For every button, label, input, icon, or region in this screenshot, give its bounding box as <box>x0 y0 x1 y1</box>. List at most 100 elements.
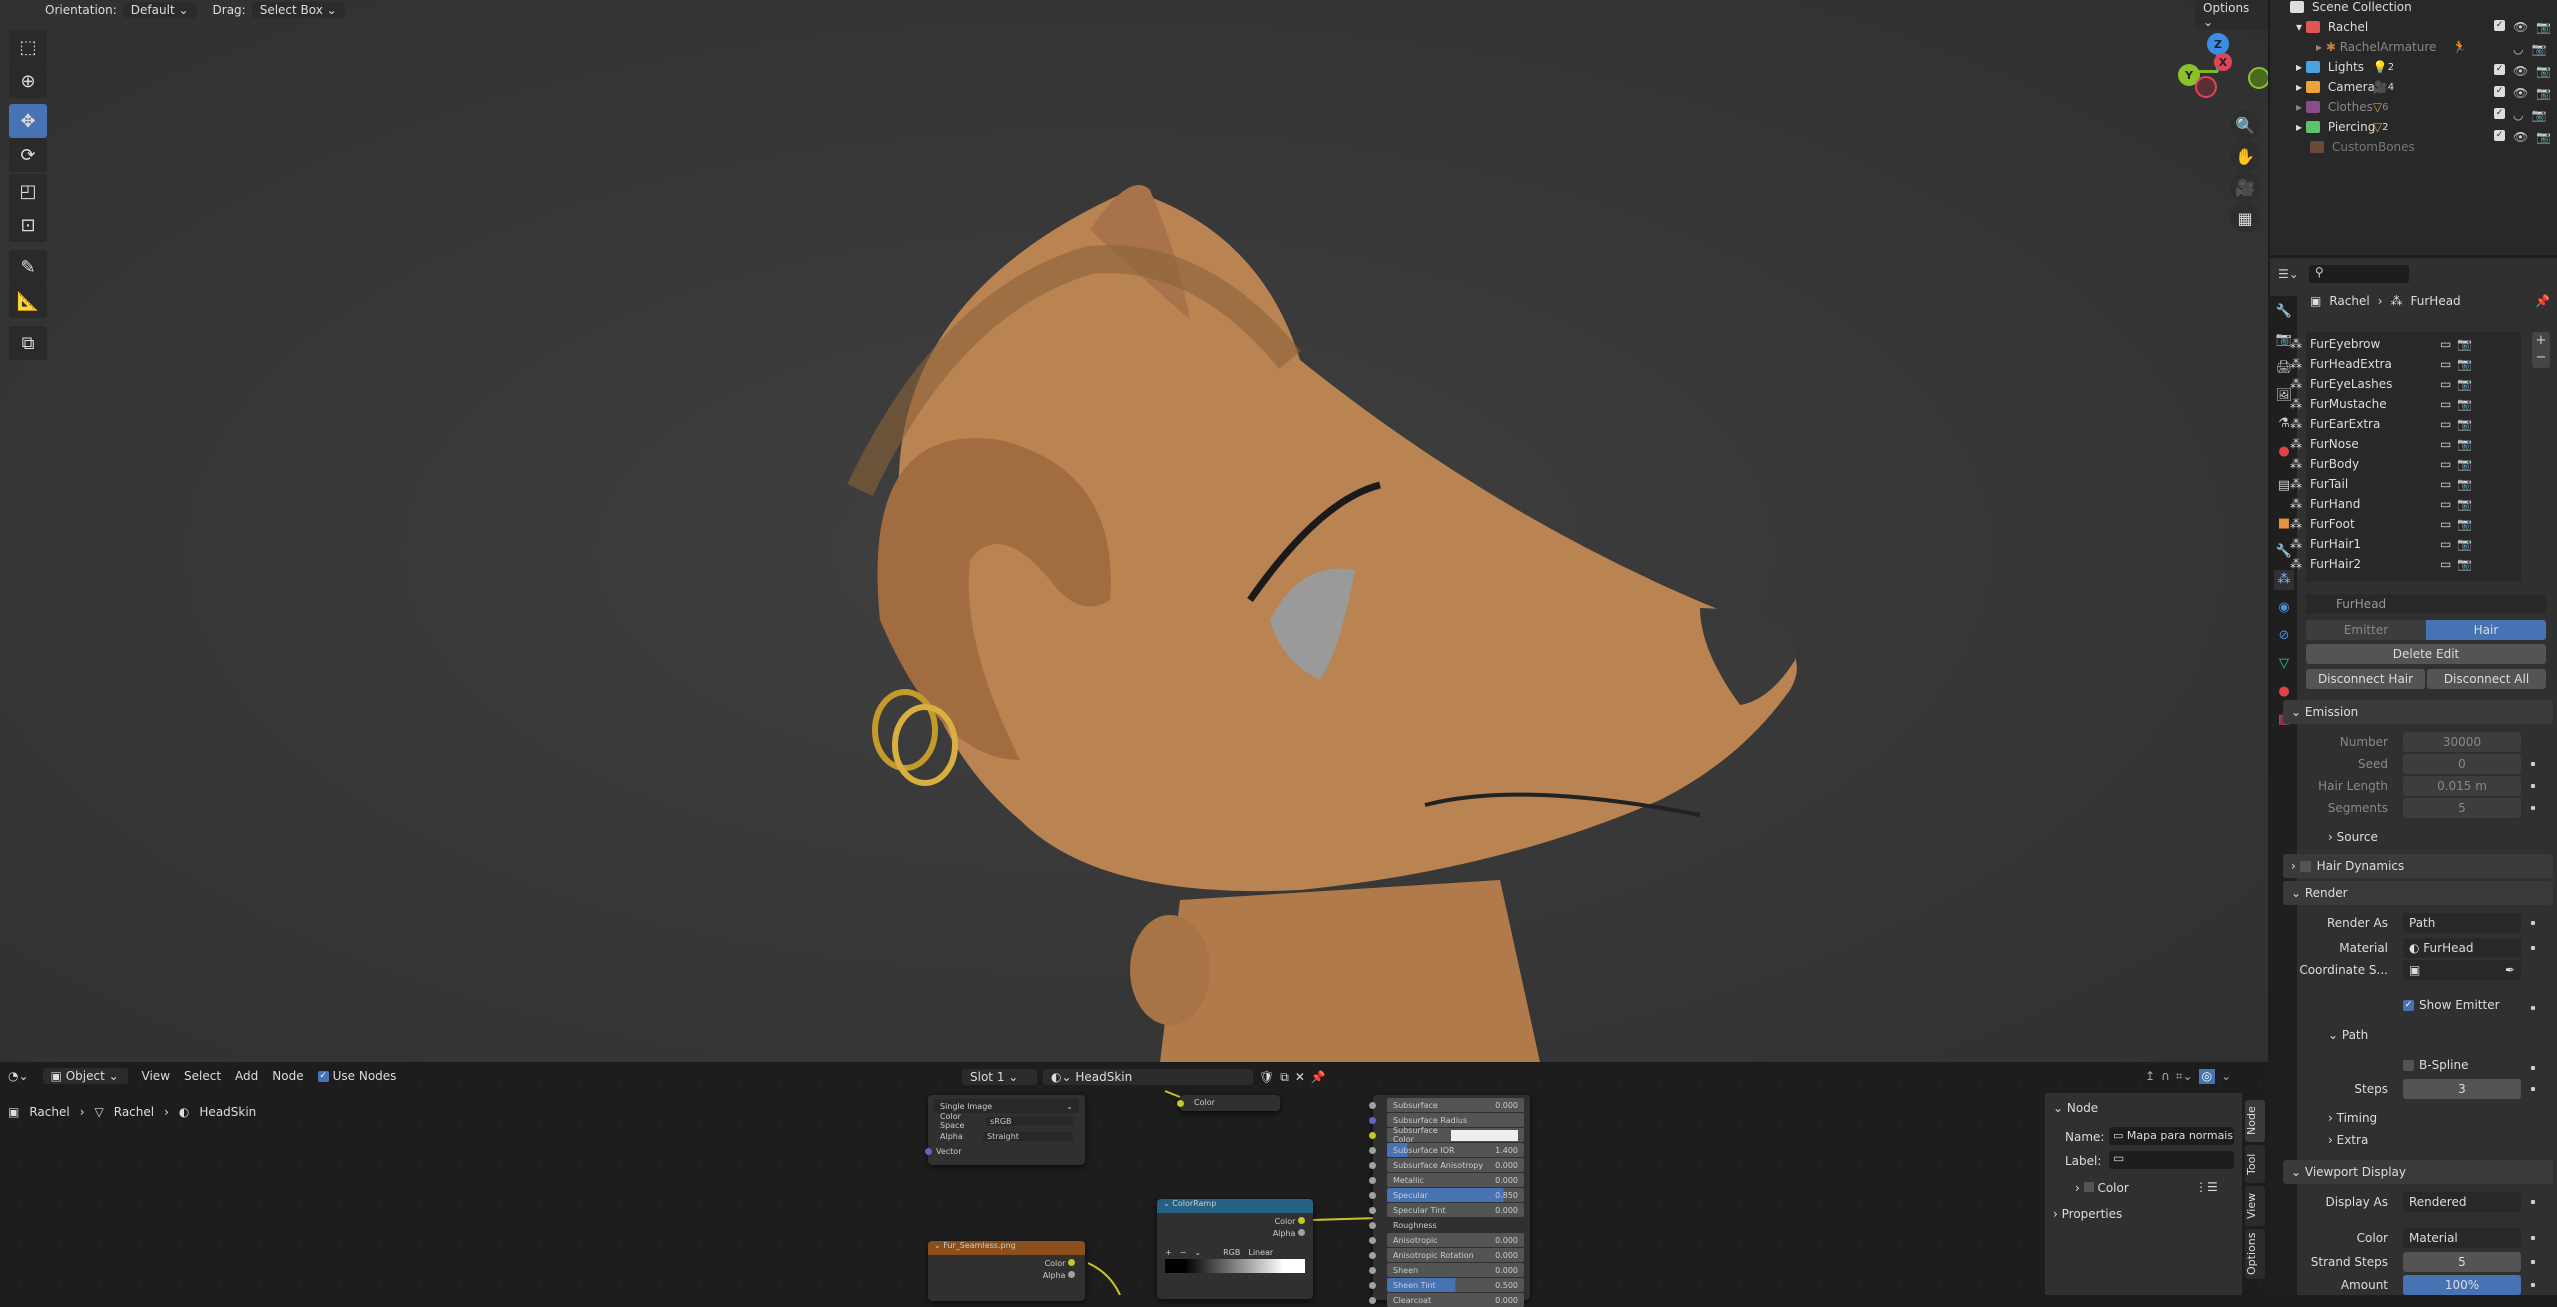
render-camera-icon[interactable]: 📷 <box>2457 477 2472 491</box>
color-dropdown[interactable]: Material <box>2403 1228 2521 1248</box>
viewport-visibility-icon[interactable]: ▭ <box>2440 497 2451 511</box>
hair-dynamics-checkbox[interactable] <box>2299 860 2311 872</box>
emitter-tab[interactable]: Emitter <box>2306 620 2426 640</box>
render-camera-icon[interactable]: 📷 <box>2536 130 2551 144</box>
viewport-visibility-icon[interactable]: ▭ <box>2440 337 2451 351</box>
disconnect-hair-button[interactable]: Disconnect Hair <box>2306 669 2425 689</box>
render-camera-icon[interactable]: 📷 <box>2457 537 2472 551</box>
seed-field[interactable]: 0 <box>2403 754 2521 774</box>
transform-tool-icon[interactable]: ⊡ <box>9 208 47 242</box>
particle-system-item[interactable]: ⁂ FurHair2 ▭ 📷 <box>2290 554 2480 574</box>
add-stop-icon[interactable]: + <box>1165 1248 1172 1257</box>
input-socket[interactable] <box>1369 1266 1376 1274</box>
rotate-tool-icon[interactable]: ⟳ <box>9 138 47 172</box>
expand-icon[interactable]: ▸ <box>2316 40 2326 54</box>
drag-dropdown[interactable]: Select Box ⌄ <box>251 2 345 18</box>
coordinate-system-field[interactable]: ▣ ✒ <box>2403 960 2521 980</box>
render-camera-icon[interactable]: 📷 <box>2457 337 2472 351</box>
bsdf-input-row[interactable]: Metallic 0.000 <box>1369 1173 1524 1187</box>
color-socket[interactable] <box>1177 1100 1184 1107</box>
vector-socket[interactable] <box>925 1148 932 1155</box>
viewport-visibility-icon[interactable]: ▭ <box>2440 377 2451 391</box>
color-output[interactable]: Color <box>928 1259 1085 1268</box>
interpolation-dropdown[interactable]: Linear <box>1248 1248 1273 1257</box>
exclude-checkbox[interactable]: ✓ <box>2494 20 2505 31</box>
eye-icon[interactable]: 👁 <box>2513 64 2528 78</box>
move-tool-icon[interactable]: ✥ <box>9 104 47 138</box>
viewport-visibility-icon[interactable]: ▭ <box>2440 537 2451 551</box>
bsdf-input-row[interactable]: Subsurface Anisotropy 0.000 <box>1369 1158 1524 1172</box>
pin-icon[interactable]: 📌 <box>2535 294 2550 308</box>
node-title-bar[interactable]: ⌄ Fur_Seamless.png <box>928 1241 1085 1255</box>
input-socket[interactable] <box>1369 1296 1376 1304</box>
emission-panel-header[interactable]: ⌄ Emission <box>2283 700 2553 724</box>
bsdf-input-row[interactable]: Anisotropic 0.000 <box>1369 1233 1524 1247</box>
add-cube-tool-icon[interactable]: ⧉ <box>9 326 47 360</box>
gizmo-neg-y[interactable] <box>2248 67 2268 89</box>
render-camera-icon[interactable]: 📷 <box>2536 20 2551 34</box>
bsdf-input-row[interactable]: Sheen 0.000 <box>1369 1263 1524 1277</box>
alpha-socket[interactable] <box>1298 1229 1305 1236</box>
render-camera-icon[interactable]: 📷 <box>2457 357 2472 371</box>
render-camera-icon[interactable]: 📷 <box>2457 497 2472 511</box>
input-socket[interactable] <box>1369 1101 1376 1109</box>
bspline-checkbox[interactable]: B-Spline <box>2403 1058 2468 1072</box>
ortho-grid-icon[interactable]: ▦ <box>2230 203 2260 233</box>
color-swatch[interactable] <box>1450 1129 1518 1141</box>
exclude-checkbox[interactable]: ✓ <box>2494 130 2505 141</box>
particle-system-item[interactable]: ⁂ FurHeadExtra ▭ 📷 <box>2290 354 2480 374</box>
input-socket[interactable] <box>1369 1176 1376 1184</box>
tool-tab-icon[interactable]: 🔧 <box>2274 302 2294 322</box>
node-panel-header[interactable]: ⌄ Node <box>2053 1101 2233 1123</box>
gizmo-x-axis[interactable]: X <box>2214 53 2232 71</box>
show-emitter-checkbox[interactable]: ✓ Show Emitter <box>2403 998 2500 1012</box>
expand-icon[interactable]: ▾ <box>2296 20 2306 34</box>
alpha-value[interactable]: Straight <box>983 1131 1073 1141</box>
particle-system-item[interactable]: ⁂ FurHand ▭ 📷 <box>2290 494 2480 514</box>
input-socket[interactable] <box>1369 1206 1376 1214</box>
render-camera-icon[interactable]: 📷 <box>2457 437 2472 451</box>
input-socket[interactable] <box>1369 1221 1376 1229</box>
keyframe-dot[interactable] <box>2531 784 2535 788</box>
color-subpanel[interactable]: › Color <box>2075 1181 2129 1195</box>
segments-field[interactable]: 5 <box>2403 798 2521 818</box>
chevron-down-icon[interactable]: ⌄ <box>1194 1248 1201 1257</box>
expand-icon[interactable]: ▸ <box>2296 120 2306 134</box>
particle-system-item[interactable]: ⁂ FurEarExtra ▭ 📷 <box>2290 414 2480 434</box>
color-ramp-gradient[interactable] <box>1165 1259 1305 1273</box>
particle-system-item[interactable]: ⁂ FurEyebrow ▭ 📷 <box>2290 334 2480 354</box>
render-camera-icon[interactable]: 📷 <box>2457 557 2472 571</box>
input-socket[interactable] <box>1369 1236 1376 1244</box>
exclude-checkbox[interactable]: ✓ <box>2494 64 2505 75</box>
checkbox-unchecked[interactable] <box>2403 1059 2414 1071</box>
color-socket[interactable] <box>1298 1217 1305 1224</box>
viewport-visibility-icon[interactable]: ▭ <box>2440 417 2451 431</box>
bsdf-input-row[interactable]: Specular Tint 0.000 <box>1369 1203 1524 1217</box>
render-camera-icon[interactable]: 📷 <box>2531 108 2546 122</box>
vector-input[interactable]: Vector <box>925 1144 1085 1156</box>
measure-tool-icon[interactable]: 📐 <box>9 284 47 318</box>
render-camera-icon[interactable]: 📷 <box>2531 42 2546 56</box>
eye-hidden-icon[interactable]: ◡ <box>2513 42 2523 56</box>
input-socket[interactable] <box>1369 1161 1376 1169</box>
input-socket[interactable] <box>1369 1251 1376 1259</box>
render-panel-header[interactable]: ⌄ Render <box>2283 881 2553 905</box>
data-tab-icon[interactable]: ▽ <box>2274 654 2294 674</box>
node-label-field[interactable]: ▭ <box>2109 1151 2234 1169</box>
image-source-dropdown[interactable]: Single Image ⌄ <box>934 1099 1079 1113</box>
keyframe-dot[interactable] <box>2531 1006 2535 1010</box>
remove-stop-icon[interactable]: − <box>1180 1248 1187 1257</box>
eye-icon[interactable]: 👁 <box>2513 130 2528 144</box>
strand-steps-field[interactable]: 5 <box>2403 1252 2521 1272</box>
color-space-row[interactable]: Color Space sRGB <box>934 1112 1079 1130</box>
orientation-dropdown[interactable]: Default ⌄ <box>122 2 197 18</box>
alpha-output[interactable]: Alpha <box>928 1271 1085 1280</box>
eye-icon[interactable]: 👁 <box>2513 86 2528 100</box>
sidebar-tab-view[interactable]: View <box>2245 1186 2265 1226</box>
3d-viewport[interactable]: Orientation: Default ⌄ Drag: Select Box … <box>0 0 2268 1062</box>
expand-icon[interactable]: ▸ <box>2296 80 2306 94</box>
eye-hidden-icon[interactable]: ◡ <box>2513 108 2523 122</box>
color-checkbox[interactable] <box>2083 1182 2094 1192</box>
add-slot-button[interactable]: + <box>2532 332 2550 349</box>
viewport-visibility-icon[interactable]: ▭ <box>2440 477 2451 491</box>
